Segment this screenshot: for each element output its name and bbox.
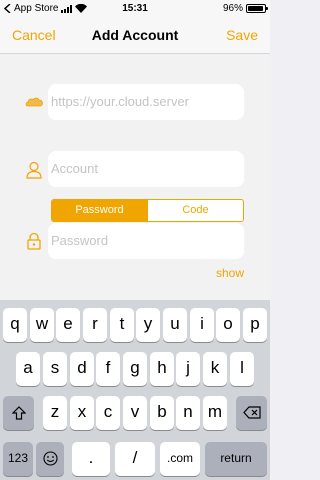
lock-icon: [27, 232, 41, 250]
key-k[interactable]: k: [203, 352, 227, 386]
battery-icon: [246, 4, 268, 13]
key-s[interactable]: s: [43, 352, 67, 386]
key-n[interactable]: n: [176, 396, 200, 430]
keyboard: q w e r t y u i o p a s d f g h j k l z …: [0, 300, 270, 480]
key-v[interactable]: v: [123, 396, 147, 430]
tab-password[interactable]: Password: [52, 200, 147, 221]
key-f[interactable]: f: [96, 352, 120, 386]
key-m[interactable]: m: [203, 396, 227, 430]
slash-key[interactable]: /: [115, 442, 155, 476]
key-a[interactable]: a: [16, 352, 40, 386]
server-field[interactable]: [48, 84, 244, 120]
key-z[interactable]: z: [43, 396, 67, 430]
key-l[interactable]: l: [230, 352, 254, 386]
user-icon: [26, 161, 42, 179]
key-r[interactable]: r: [83, 308, 107, 342]
add-account-form: Password Code show: [0, 55, 270, 305]
save-button[interactable]: Save: [226, 27, 258, 43]
key-p[interactable]: p: [243, 308, 267, 342]
key-g[interactable]: g: [123, 352, 147, 386]
navigation-bar: Cancel Add Account Save: [0, 18, 270, 54]
battery-percentage: 96%: [222, 3, 243, 14]
key-o[interactable]: o: [216, 308, 240, 342]
account-field[interactable]: [48, 151, 244, 187]
keyboard-row-2: a s d f g h j k l: [0, 352, 270, 386]
emoji-key[interactable]: [36, 442, 64, 476]
shift-icon: [11, 406, 26, 420]
server-input[interactable]: [51, 94, 244, 109]
key-t[interactable]: t: [110, 308, 134, 342]
status-right: 96%: [222, 3, 268, 14]
key-q[interactable]: q: [3, 308, 27, 342]
battery-level: [248, 6, 264, 11]
password-input[interactable]: [51, 233, 244, 248]
dot-key[interactable]: .: [72, 442, 110, 476]
tab-code[interactable]: Code: [147, 200, 243, 221]
keyboard-row-1: q w e r t y u i o p: [0, 308, 270, 342]
key-d[interactable]: d: [70, 352, 94, 386]
cloud-icon: [25, 97, 43, 107]
return-key[interactable]: return: [205, 442, 267, 476]
key-h[interactable]: h: [150, 352, 174, 386]
key-i[interactable]: i: [190, 308, 214, 342]
dotcom-key[interactable]: .com: [160, 442, 200, 476]
auth-type-segmented-control: Password Code: [51, 199, 244, 222]
key-j[interactable]: j: [176, 352, 200, 386]
status-bar: App Store 15:31 96%: [0, 0, 270, 18]
numbers-key[interactable]: 123: [3, 442, 33, 476]
keyboard-row-3: z x c v b n m: [0, 396, 270, 430]
key-u[interactable]: u: [163, 308, 187, 342]
key-e[interactable]: e: [56, 308, 80, 342]
key-c[interactable]: c: [96, 396, 120, 430]
backspace-icon: [242, 406, 261, 419]
emoji-icon: [42, 451, 58, 466]
backspace-key[interactable]: [236, 396, 267, 430]
shift-key[interactable]: [3, 396, 34, 430]
account-input[interactable]: [51, 161, 244, 176]
key-w[interactable]: w: [30, 308, 54, 342]
show-password-button[interactable]: show: [216, 266, 244, 280]
keyboard-row-4: 123 . / .com return: [0, 442, 270, 476]
key-y[interactable]: y: [136, 308, 160, 342]
key-b[interactable]: b: [150, 396, 174, 430]
password-field[interactable]: [48, 223, 244, 259]
key-x[interactable]: x: [70, 396, 94, 430]
